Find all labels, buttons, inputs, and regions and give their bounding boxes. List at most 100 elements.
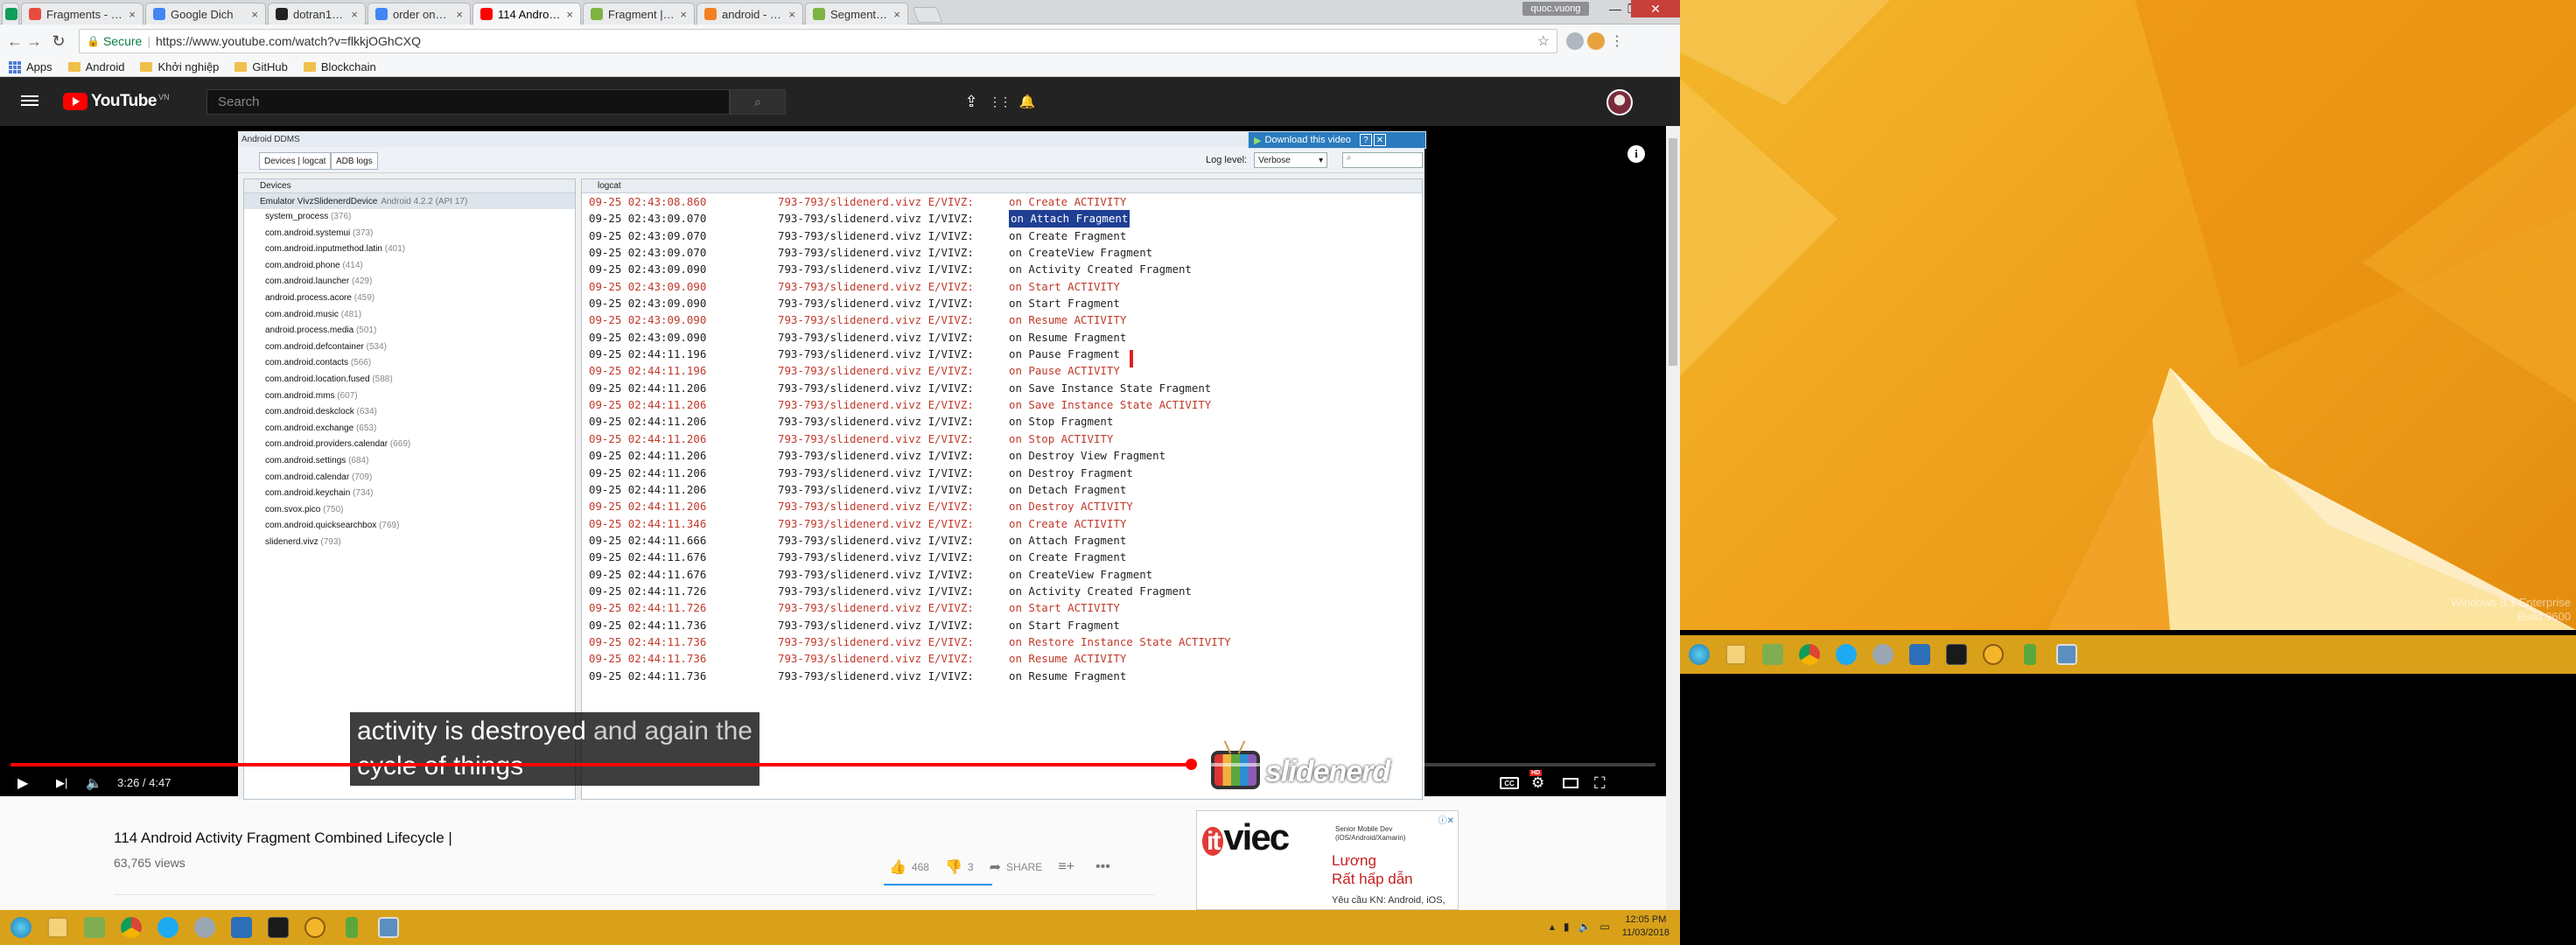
- close-button[interactable]: ✕: [1631, 0, 1680, 18]
- play-icon[interactable]: ▶: [18, 774, 28, 793]
- next-icon[interactable]: ▶|: [56, 774, 67, 793]
- close-icon[interactable]: ✕: [1373, 134, 1386, 146]
- download-video-button[interactable]: ▶ Download this video ? ✕: [1248, 131, 1426, 149]
- subtitles-button[interactable]: CC: [1500, 774, 1519, 793]
- network-icon[interactable]: ▮: [1564, 920, 1570, 933]
- notifications-bell-icon[interactable]: 🔔: [1017, 91, 1038, 112]
- tab-close-icon[interactable]: ×: [456, 8, 463, 21]
- search-input[interactable]: Search: [206, 89, 730, 115]
- start-button[interactable]: [1684, 640, 1715, 668]
- browser-tab-active[interactable]: 114 Android Activity Fra ×: [472, 3, 581, 24]
- android-studio-icon[interactable]: [79, 914, 110, 942]
- ad-banner[interactable]: it viec Senior Mobile Dev (iOS/Android/Xa…: [1196, 810, 1459, 910]
- tools-icon[interactable]: [1867, 640, 1899, 668]
- start-button[interactable]: [5, 914, 37, 942]
- new-tab-button[interactable]: [912, 7, 943, 23]
- android-device-icon[interactable]: [2014, 640, 2046, 668]
- app-icon[interactable]: [299, 914, 331, 942]
- bookmark-apps[interactable]: Apps: [9, 60, 52, 74]
- back-button[interactable]: ←: [5, 32, 24, 51]
- bookmark-folder[interactable]: Android: [67, 60, 124, 74]
- skype-icon[interactable]: [1830, 640, 1862, 668]
- url-text[interactable]: https://www.youtube.com/watch?v=flkkjOGh…: [156, 34, 421, 48]
- tab-favicon-icon: [29, 8, 41, 20]
- info-icon[interactable]: i: [1628, 145, 1645, 163]
- volume-icon[interactable]: 🔈: [86, 774, 102, 793]
- android-studio-icon[interactable]: [1757, 640, 1788, 668]
- tab-close-icon[interactable]: ×: [680, 8, 687, 21]
- browser-tab[interactable]: Google Dich ×: [145, 3, 266, 24]
- menu-icon[interactable]: ⋮: [1608, 32, 1626, 50]
- hd-badge: HD: [1530, 770, 1543, 776]
- browser-tab[interactable]: dotran1989/android_co ×: [268, 3, 366, 24]
- more-actions-button[interactable]: •••: [1096, 859, 1116, 875]
- browser-tab[interactable]: Fragments - Part 4, Lifec ×: [21, 3, 144, 24]
- browser-tab[interactable]: android - Lifecycle betw ×: [696, 3, 803, 24]
- scrollbar-thumb[interactable]: [1669, 138, 1677, 366]
- apps-icon[interactable]: ⋮⋮: [989, 91, 1012, 112]
- sheets-pinned-tab[interactable]: [2, 3, 19, 24]
- browser-tab[interactable]: order ondestroy fragme ×: [368, 3, 471, 24]
- forward-button[interactable]: →: [24, 32, 44, 51]
- profile-chip[interactable]: quoc.vuong: [1522, 2, 1589, 16]
- share-button[interactable]: ➦ SHARE: [990, 858, 1043, 876]
- video-player[interactable]: Android DDMS Devices | logcat ADB logs L…: [0, 126, 1666, 800]
- extension-icon[interactable]: [1587, 32, 1605, 50]
- visual-studio-code-icon[interactable]: [1904, 640, 1936, 668]
- terminal-icon[interactable]: [1941, 640, 1972, 668]
- bookmark-folder[interactable]: Khởi nghiệp: [140, 60, 219, 74]
- bookmark-folder[interactable]: Blockchain: [303, 60, 376, 74]
- fullscreen-icon[interactable]: ⛶: [1594, 774, 1606, 793]
- skype-icon[interactable]: [152, 914, 184, 942]
- tools-icon[interactable]: [189, 914, 220, 942]
- tab-close-icon[interactable]: ×: [251, 8, 258, 21]
- extension-icon[interactable]: [1566, 32, 1584, 50]
- process-row: com.android.settings (684): [244, 453, 575, 470]
- app-icon[interactable]: [1978, 640, 2009, 668]
- visual-studio-code-icon[interactable]: [226, 914, 257, 942]
- log-process: 793-793/slidenerd.vivz I/VIVZ:: [778, 466, 974, 480]
- file-explorer-icon[interactable]: [1720, 640, 1752, 668]
- ad-choices-icon[interactable]: ⓘ✕: [1438, 813, 1454, 826]
- theater-mode-icon[interactable]: [1563, 774, 1578, 793]
- omnibox[interactable]: 🔒 Secure | https://www.youtube.com/watch…: [79, 29, 1558, 53]
- search-button[interactable]: ⌕: [730, 89, 786, 115]
- terminal-icon[interactable]: [262, 914, 294, 942]
- tab-close-icon[interactable]: ×: [788, 8, 795, 21]
- log-timestamp: 09-25 02:44:11.666: [589, 533, 707, 547]
- like-button[interactable]: 👍 468: [889, 858, 929, 876]
- add-to-playlist-button[interactable]: ≡+: [1058, 859, 1080, 875]
- upload-icon[interactable]: ⇪: [961, 91, 982, 112]
- process-row: com.android.defcontainer (534): [244, 340, 575, 356]
- tab-close-icon[interactable]: ×: [566, 8, 573, 21]
- youtube-logo[interactable]: YouTube VN: [63, 92, 169, 111]
- progress-bar[interactable]: [10, 759, 1656, 770]
- log-message: on Save Instance State Fragment: [1009, 381, 1212, 395]
- photos-icon[interactable]: [373, 914, 404, 942]
- bookmark-star-icon[interactable]: ☆: [1537, 32, 1550, 50]
- language-icon[interactable]: ▭: [1600, 920, 1609, 933]
- chrome-icon[interactable]: [116, 914, 147, 942]
- page-scrollbar[interactable]: [1666, 126, 1680, 945]
- file-explorer-icon[interactable]: [42, 914, 74, 942]
- settings-gear-icon[interactable]: ⚙ HD: [1530, 770, 1544, 793]
- tab-close-icon[interactable]: ×: [351, 8, 358, 21]
- help-icon[interactable]: ?: [1359, 134, 1372, 146]
- os-watermark: Windows 8.1 Enterprise Build 9600: [2451, 596, 2571, 624]
- speaker-icon[interactable]: 🔈: [1578, 920, 1591, 933]
- bookmark-folder[interactable]: GitHub: [234, 60, 288, 74]
- hamburger-menu-icon[interactable]: [21, 93, 38, 110]
- clock[interactable]: 12:05 PM 11/03/2018: [1622, 914, 1670, 940]
- tray-chevron-icon[interactable]: ▴: [1550, 920, 1555, 933]
- dislike-button[interactable]: 👎 3: [945, 858, 974, 876]
- tab-close-icon[interactable]: ×: [893, 8, 900, 21]
- browser-tab[interactable]: Fragment | Android Dev ×: [583, 3, 695, 24]
- tab-close-icon[interactable]: ×: [129, 8, 136, 21]
- android-device-icon[interactable]: [336, 914, 368, 942]
- reload-button[interactable]: ↻: [49, 32, 68, 51]
- photos-icon[interactable]: [2051, 640, 2082, 668]
- chrome-icon[interactable]: [1794, 640, 1825, 668]
- browser-tab[interactable]: Segments Android Deve ×: [805, 3, 908, 24]
- process-pid: (588): [372, 374, 393, 384]
- avatar[interactable]: [1606, 89, 1633, 116]
